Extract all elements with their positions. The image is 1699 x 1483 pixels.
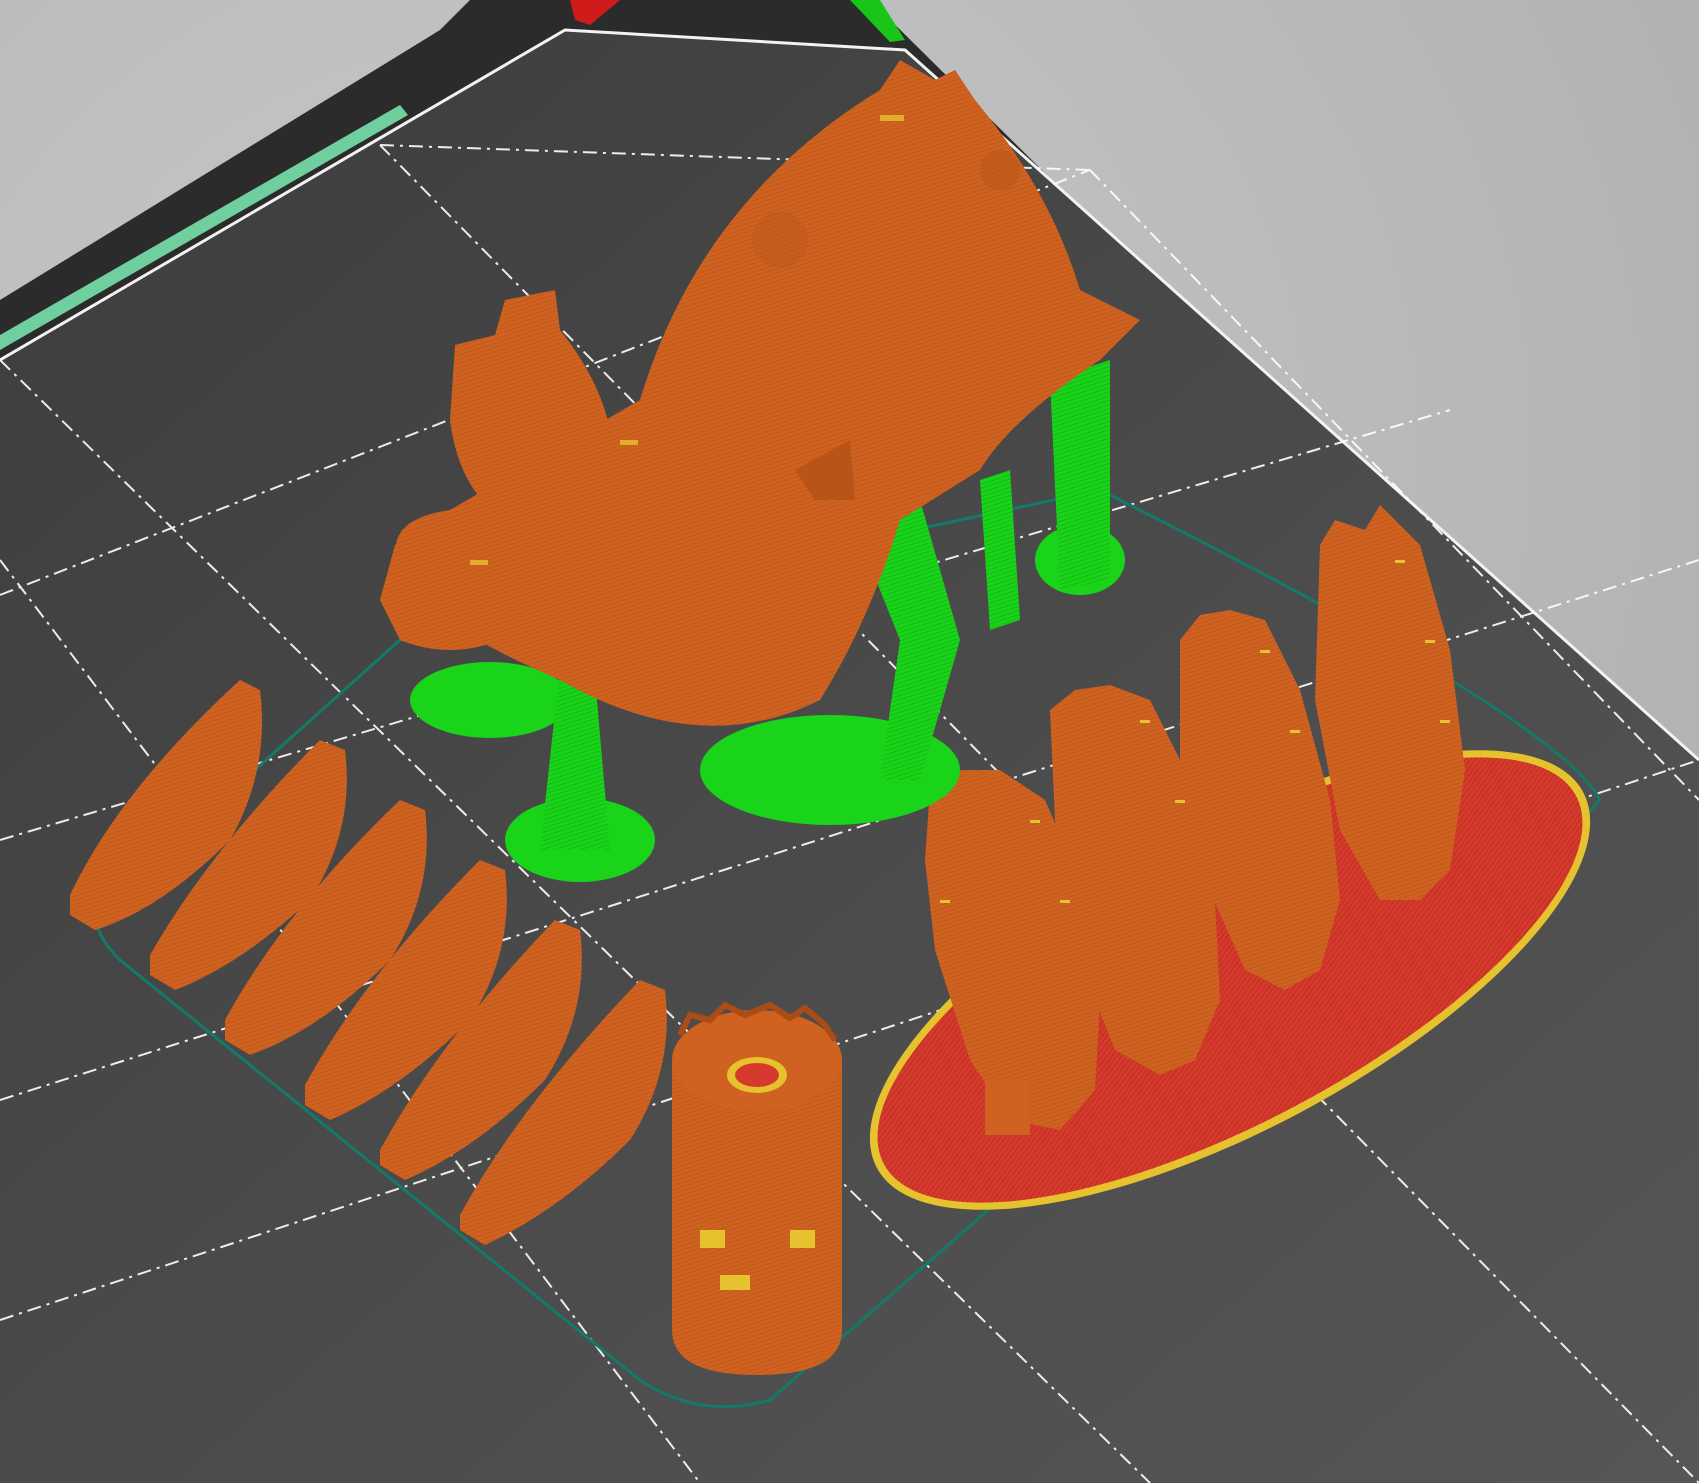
creature-eye-1 [980, 150, 1020, 190]
tower-cylinder [672, 1001, 842, 1375]
creature-eye-2 [752, 212, 808, 268]
gcode-preview-scene[interactable] [0, 0, 1699, 1483]
3d-preview-viewport[interactable] [0, 0, 1699, 1483]
support-column-3 [1050, 360, 1110, 590]
